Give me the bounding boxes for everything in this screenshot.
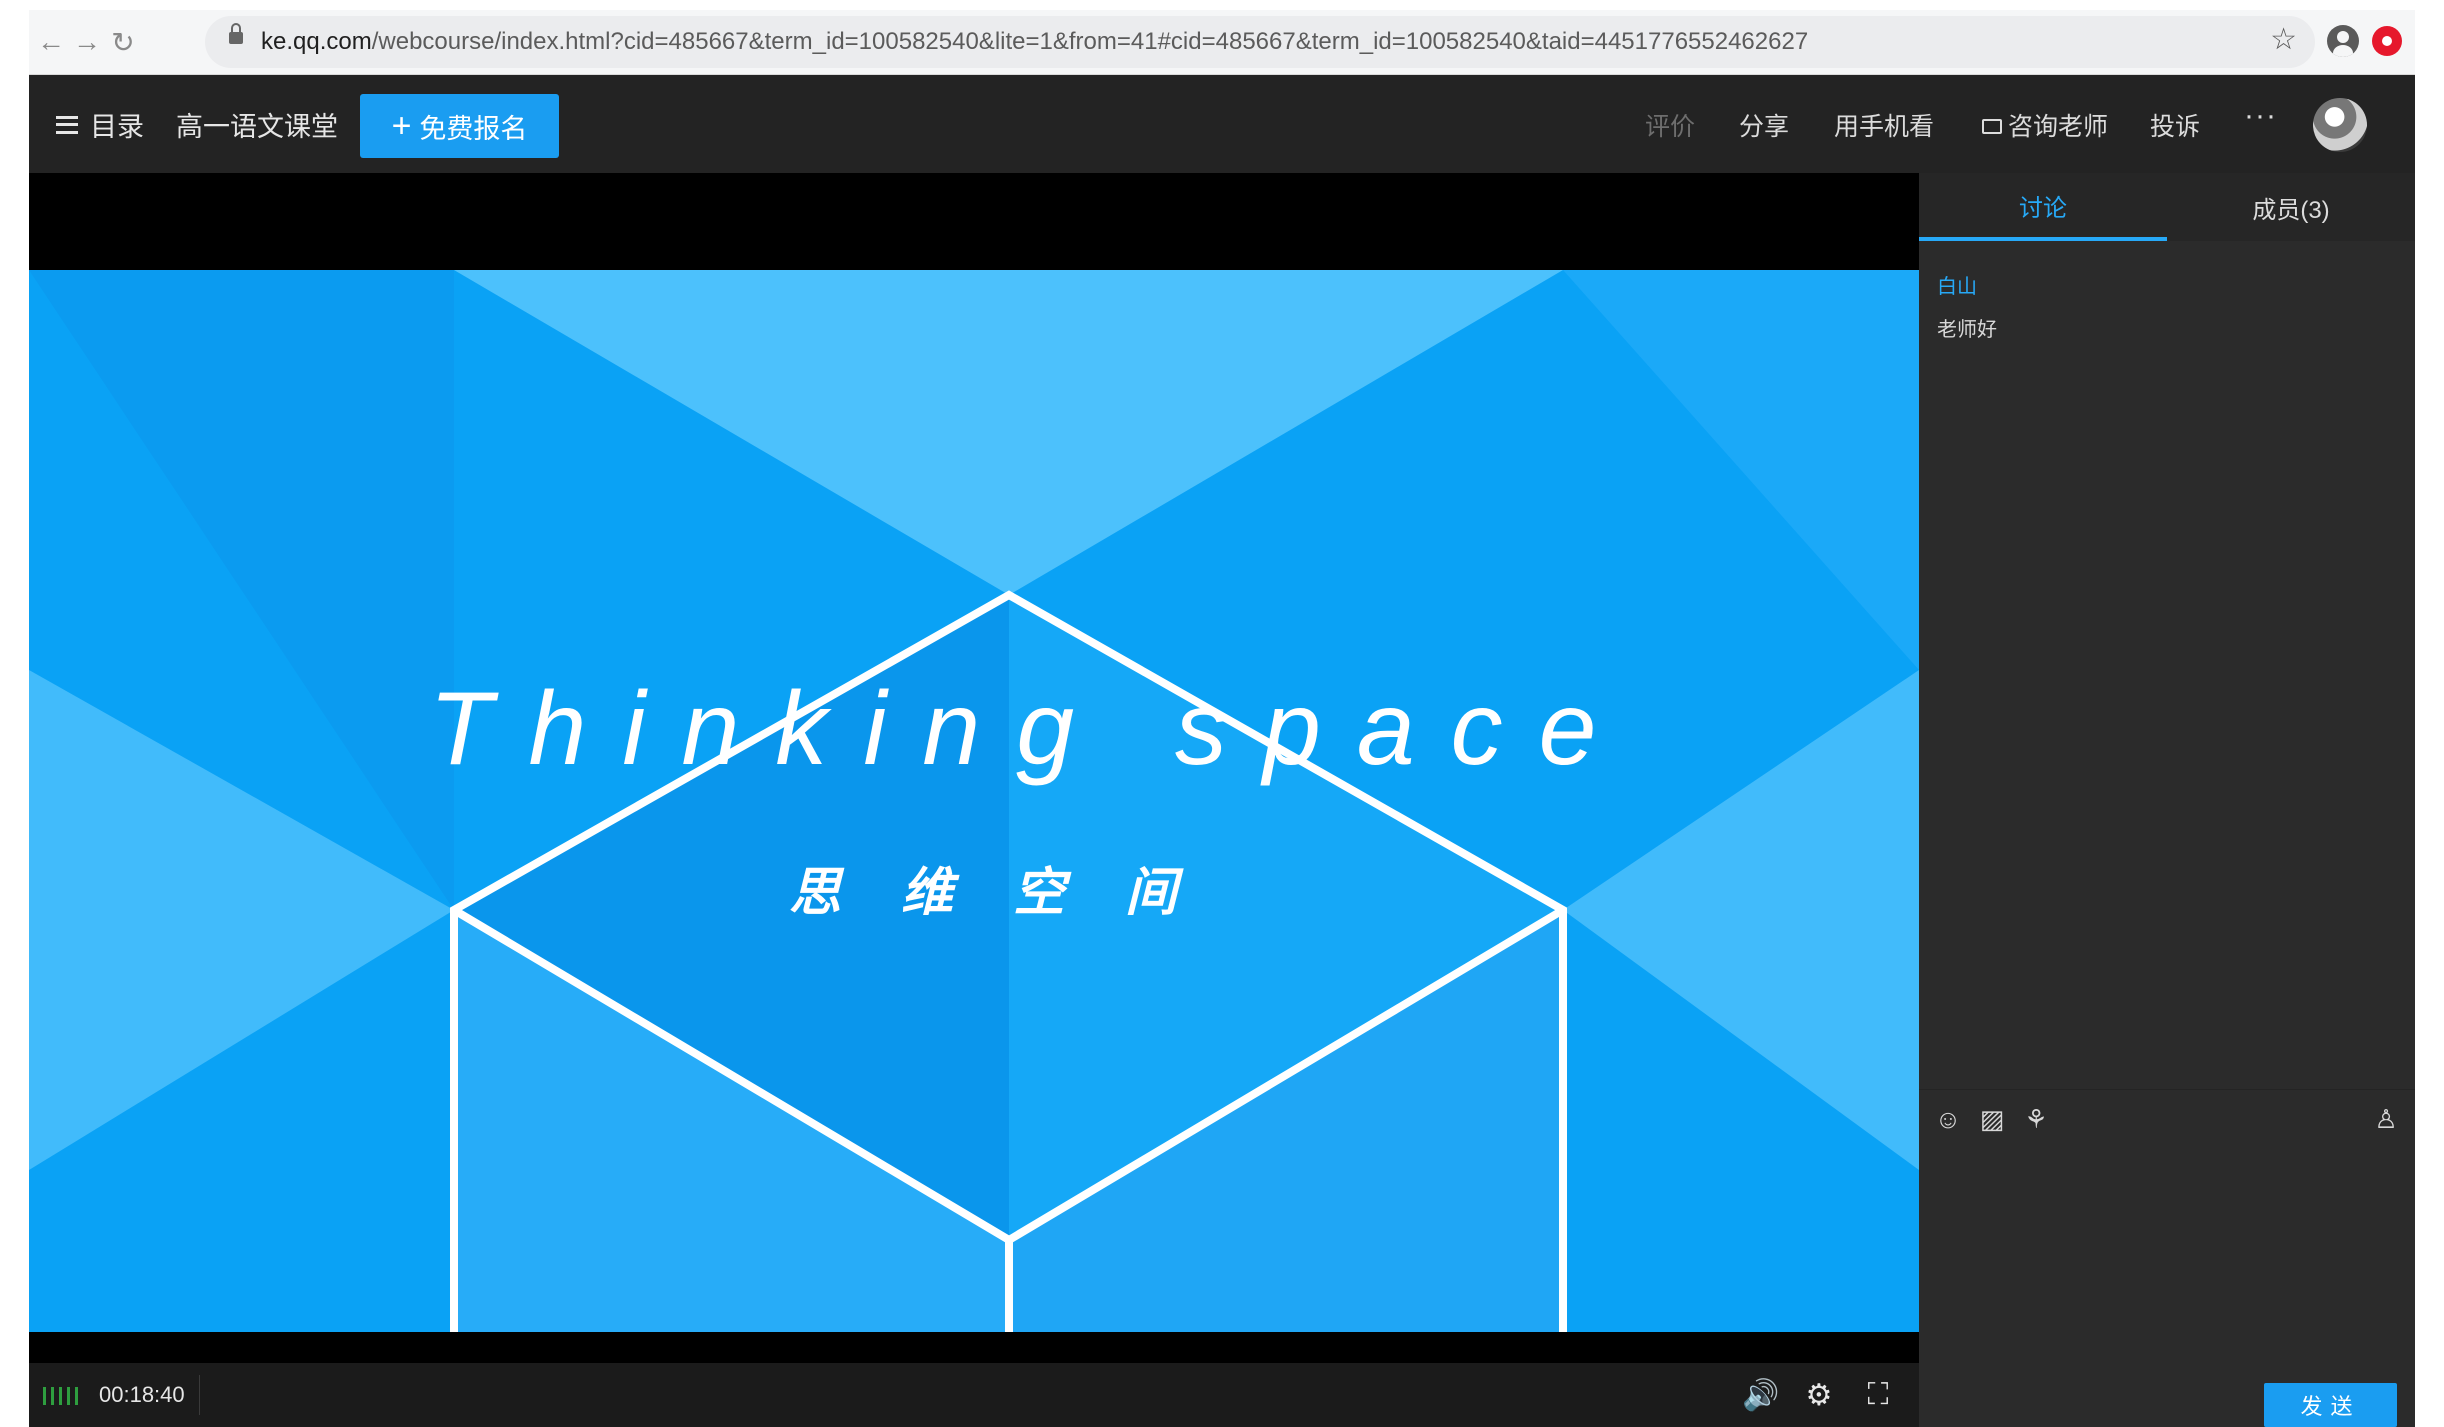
url-host: ke.qq.com	[261, 28, 372, 55]
settings-gear-icon[interactable]: ⚙	[1800, 1376, 1838, 1414]
browser-window: ← → ↻ ke.qq.com/webcourse/index.html?cid…	[29, 10, 2415, 1427]
hamburger-icon	[56, 115, 78, 134]
slide-title: Thinking space	[429, 671, 1633, 787]
chat-icon	[1982, 118, 2002, 134]
course-title: 高一语文课堂	[176, 112, 338, 142]
fullscreen-icon[interactable]: ⛶	[1859, 1376, 1897, 1414]
consult-teacher-link[interactable]: 咨询老师	[1982, 107, 2108, 143]
emoji-icon[interactable]: ☺	[1933, 1104, 1963, 1134]
mobile-view-link[interactable]: 用手机看	[1834, 107, 1934, 143]
rate-link[interactable]: 评价	[1645, 107, 1695, 143]
message-text: 老师好	[1937, 319, 1997, 341]
catalog-label: 目录	[90, 112, 144, 142]
playback-time: 00:18:40	[99, 1382, 185, 1407]
lock-icon	[229, 23, 243, 44]
slide-frame: Thinking space 思维空间	[29, 270, 1919, 1332]
account-icon[interactable]	[2327, 25, 2359, 57]
plus-icon: +	[391, 107, 412, 145]
forward-arrow-icon[interactable]: →	[69, 24, 105, 60]
enroll-label: 免费报名	[419, 113, 528, 144]
video-player[interactable]: Thinking space 思维空间 00:18:40 🔊 ⚙ ⛶	[29, 173, 1919, 1427]
slide-background-art	[29, 270, 1919, 1332]
flower-icon[interactable]: ⚘	[2021, 1104, 2051, 1134]
extension-icon[interactable]	[2372, 26, 2402, 56]
message-author[interactable]: 白山	[1937, 270, 1997, 299]
course-header: 目录 高一语文课堂 + 免费报名 评价 分享 用手机看 咨询老师 投诉 ···	[29, 75, 2415, 173]
user-avatar[interactable]	[2313, 98, 2367, 152]
catalog-button[interactable]: 目录	[56, 105, 144, 144]
chat-input-toolbar: ☺ ▨ ⚘ ♙	[1919, 1089, 2415, 1146]
send-button[interactable]: 发送	[2264, 1383, 2397, 1427]
url-text: ke.qq.com/webcourse/index.html?cid=48566…	[261, 28, 1808, 56]
address-bar[interactable]: ke.qq.com/webcourse/index.html?cid=48566…	[205, 16, 2315, 68]
browser-toolbar: ← → ↻ ke.qq.com/webcourse/index.html?cid…	[29, 10, 2415, 75]
back-arrow-icon[interactable]: ←	[33, 24, 69, 60]
reload-icon[interactable]: ↻	[105, 24, 141, 60]
player-controls: 00:18:40 🔊 ⚙ ⛶	[29, 1363, 1919, 1427]
image-icon[interactable]: ▨	[1977, 1104, 2007, 1134]
url-path: /webcourse/index.html?cid=485667&term_id…	[371, 28, 1809, 55]
volume-icon[interactable]: 🔊	[1742, 1376, 1780, 1414]
more-icon[interactable]: ···	[2244, 99, 2277, 133]
consult-label: 咨询老师	[2008, 113, 2109, 141]
signal-strength-icon	[43, 1387, 78, 1405]
slide-subtitle: 思维空间	[789, 864, 1238, 922]
share-link[interactable]: 分享	[1739, 107, 1789, 143]
tab-members[interactable]: 成员(3)	[2167, 173, 2415, 241]
bookmark-star-icon[interactable]: ☆	[2270, 22, 2297, 57]
chat-message: 白山 老师好	[1937, 270, 1997, 342]
discussion-panel: 讨论 成员(3) 白山 老师好 ☺ ▨ ⚘ ♙ 发送	[1919, 173, 2415, 1427]
panel-tabs: 讨论 成员(3)	[1919, 173, 2415, 241]
tab-discussion[interactable]: 讨论	[1919, 173, 2167, 241]
teacher-only-icon[interactable]: ♙	[2371, 1104, 2401, 1134]
free-enroll-button[interactable]: + 免费报名	[360, 94, 559, 158]
control-divider	[199, 1375, 200, 1415]
report-link[interactable]: 投诉	[2150, 107, 2200, 143]
